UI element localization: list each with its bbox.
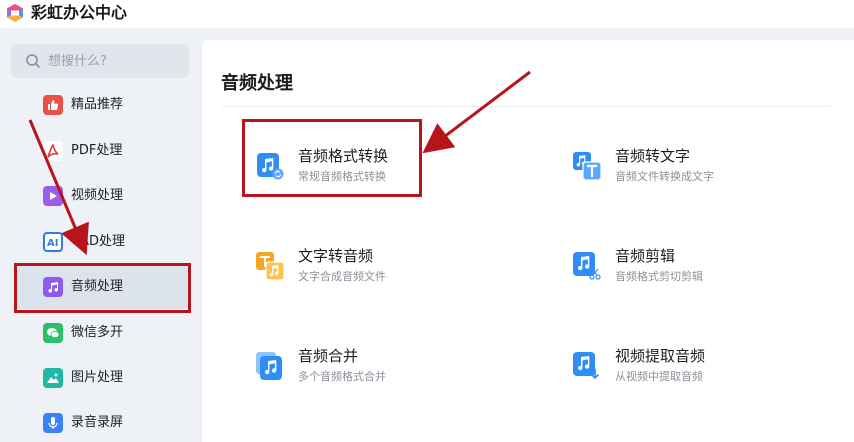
pdf-icon (43, 141, 63, 161)
thumbs-up-icon (43, 95, 63, 115)
sidebar-item-wechat[interactable]: 微信多开 (14, 311, 189, 355)
tool-name: 音频合并 (298, 347, 359, 365)
sidebar-item-recommended[interactable]: 精品推荐 (14, 83, 189, 127)
tool-description: 文字合成音频文件 (298, 270, 386, 283)
sidebar-item-recording[interactable]: 录音录屏 (14, 401, 189, 442)
sidebar-item-cad[interactable]: AI CAD处理 (14, 220, 189, 264)
svg-text:AI: AI (47, 238, 58, 249)
sidebar-item-label: CAD处理 (71, 234, 125, 249)
tool-audio-to-text[interactable]: 音频转文字 音频文件转换成文字 (573, 146, 833, 194)
highlight-box-tool (242, 119, 422, 197)
tool-name: 音频转文字 (615, 147, 691, 165)
tool-description: 音频格式剪切剪辑 (615, 270, 703, 283)
app-title: 彩虹办公中心 (31, 3, 128, 22)
search-icon (26, 54, 40, 68)
tool-name: 音频剪辑 (615, 247, 676, 265)
sidebar-item-label: 图片处理 (71, 370, 124, 385)
cad-icon: AI (43, 232, 63, 252)
tool-video-extract-audio[interactable]: 视频提取音频 从视频中提取音频 (573, 346, 833, 394)
video-extract-audio-icon (573, 352, 600, 380)
sidebar-item-image[interactable]: 图片处理 (14, 356, 189, 400)
tool-audio-cut[interactable]: 音频剪辑 音频格式剪切剪辑 (573, 246, 833, 294)
text-to-audio-icon (256, 252, 284, 280)
main-panel: 音频处理 音频格式转换 常规音频格式转换 音频转文字 音频文件转换成文字 文字转… (202, 40, 854, 442)
divider (221, 106, 831, 107)
audio-merge-icon (256, 352, 282, 380)
tool-name: 文字转音频 (298, 247, 374, 265)
audio-cut-icon (573, 252, 601, 280)
tool-description: 音频文件转换成文字 (615, 170, 714, 183)
sidebar-item-label: 微信多开 (71, 325, 124, 340)
microphone-icon (43, 413, 63, 433)
highlight-box-sidebar (14, 263, 191, 313)
tool-description: 从视频中提取音频 (615, 370, 703, 383)
wechat-icon (43, 323, 63, 343)
video-play-icon (43, 186, 63, 206)
tool-audio-merge[interactable]: 音频合并 多个音频格式合并 (256, 346, 516, 394)
tool-text-to-audio[interactable]: 文字转音频 文字合成音频文件 (256, 246, 516, 294)
search-box[interactable] (11, 44, 189, 78)
tool-name: 视频提取音频 (615, 347, 706, 365)
sidebar-item-label: 视频处理 (71, 188, 124, 203)
sidebar-item-label: PDF处理 (71, 143, 123, 158)
sidebar-item-video[interactable]: 视频处理 (14, 174, 189, 218)
audio-to-text-icon (573, 152, 601, 180)
search-input[interactable] (48, 50, 178, 72)
title-bar: 彩虹办公中心 (0, 0, 854, 28)
section-title: 音频处理 (221, 73, 293, 94)
tool-description: 多个音频格式合并 (298, 370, 386, 383)
image-icon (43, 368, 63, 388)
sidebar-item-pdf[interactable]: PDF处理 (14, 129, 189, 173)
sidebar-item-label: 录音录屏 (71, 415, 124, 430)
sidebar-item-label: 精品推荐 (71, 97, 124, 112)
rainbow-logo-icon (5, 3, 25, 23)
